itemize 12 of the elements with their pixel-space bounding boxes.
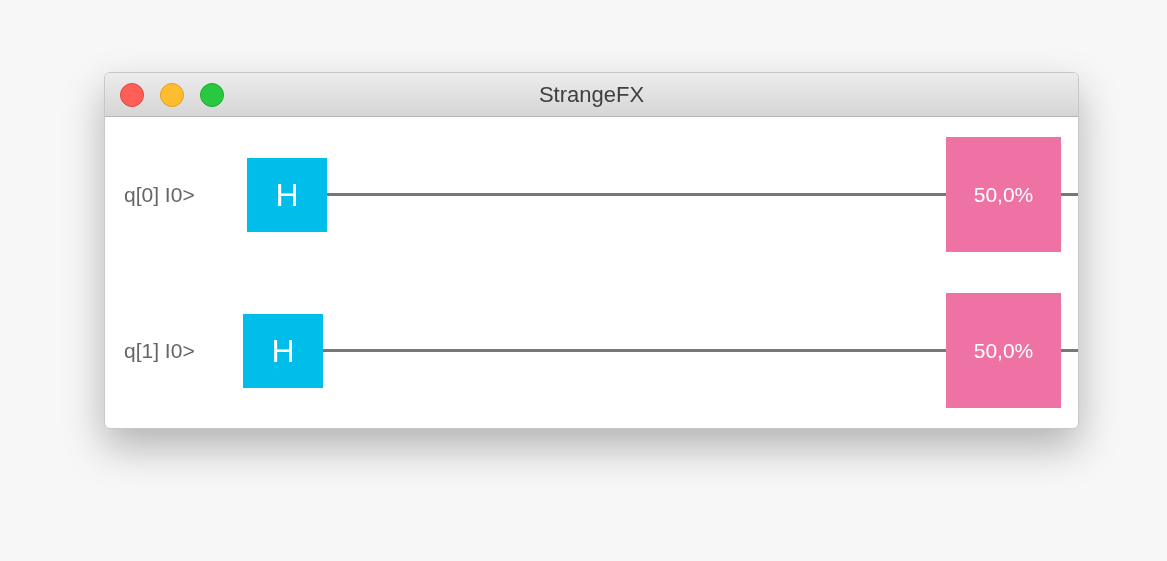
probability-box: 50,0% <box>946 293 1061 408</box>
qubit-wire <box>1061 193 1078 196</box>
hadamard-gate[interactable]: H <box>247 157 327 232</box>
qubit-label: q[1] I0> <box>123 337 196 364</box>
probability-box: 50,0% <box>946 137 1061 252</box>
window-title: StrangeFX <box>538 81 645 109</box>
hadamard-gate[interactable]: H <box>243 313 323 388</box>
zoom-button[interactable] <box>200 83 224 107</box>
minimize-button[interactable] <box>160 83 184 107</box>
qubit-label: q[0] I0> <box>123 181 196 208</box>
qubit-wire <box>1061 349 1078 352</box>
close-button[interactable] <box>120 83 144 107</box>
